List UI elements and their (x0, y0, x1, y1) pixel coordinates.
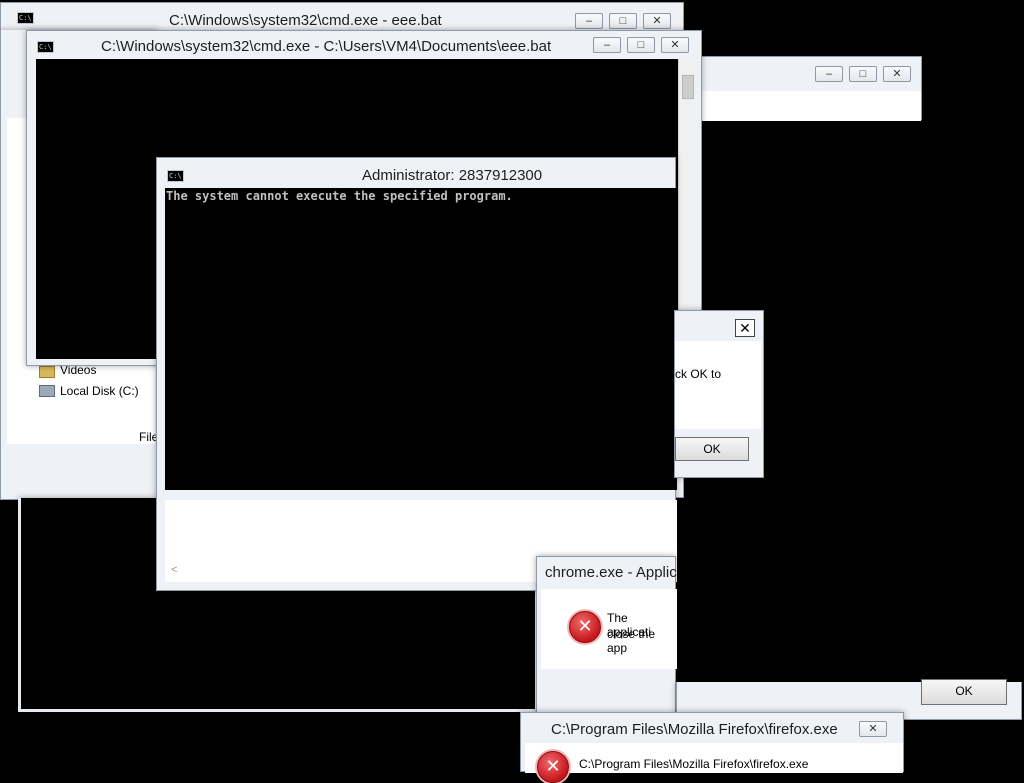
admin-title: Administrator: 2837912300 (362, 167, 543, 184)
firefox-error-dialog: C:\Program Files\Mozilla Firefox\firefox… (520, 712, 904, 783)
explorer-maximize-button[interactable]: □ (849, 66, 877, 82)
explorer-close-button[interactable]: ✕ (883, 66, 911, 82)
explorer-minimize-button[interactable]: – (815, 66, 843, 82)
close-button[interactable]: ✕ (859, 721, 887, 737)
console-window-icon: C:\ (17, 12, 34, 24)
folder-icon (39, 366, 55, 378)
tree-item-local-disk[interactable]: Local Disk (C:) (60, 384, 139, 398)
explorer-content-strip (701, 91, 921, 121)
console-error-line: The system cannot execute the specified … (166, 189, 513, 203)
error-x-icon: ✕ (569, 611, 601, 643)
chrome-error-title: chrome.exe - Applic (545, 564, 677, 581)
cmd-front-title: C:\Windows\system32\cmd.exe - C:\Users\V… (101, 38, 552, 55)
ok-button[interactable]: OK (675, 437, 749, 461)
small-dialog: ✕ ck OK to OK (674, 310, 764, 478)
error-x-icon: ✕ (537, 751, 569, 783)
close-button[interactable]: ✕ (643, 13, 671, 29)
maximize-button[interactable]: □ (609, 13, 637, 29)
minimize-button[interactable]: – (593, 37, 621, 53)
scrollbar-thumb[interactable] (682, 75, 694, 99)
admin-console-output[interactable]: The system cannot execute the specified … (165, 188, 677, 490)
close-button[interactable]: ✕ (735, 319, 755, 337)
console-window-icon: C:\ (37, 41, 54, 53)
explorer-window-right: – □ ✕ (700, 56, 922, 121)
admin-console-window: C:\ Administrator: 2837912300 The system… (156, 157, 677, 591)
dialog-text-fragment: ck OK to (675, 367, 722, 381)
scroll-left-icon[interactable]: < (171, 564, 177, 576)
ok-button[interactable]: OK (921, 679, 1007, 705)
firefox-error-message: C:\Program Files\Mozilla Firefox\firefox… (579, 757, 809, 771)
maximize-button[interactable]: □ (627, 37, 655, 53)
disk-drive-icon (39, 385, 55, 397)
console-window-icon: C:\ (167, 170, 184, 182)
chrome-error-dialog: chrome.exe - Applic ✕ The applicati clos… (536, 556, 677, 720)
cmd-back-title: C:\Windows\system32\cmd.exe - eee.bat (169, 12, 442, 29)
minimize-button[interactable]: – (575, 13, 603, 29)
chrome-error-line2: close the app (607, 627, 656, 655)
firefox-error-title: C:\Program Files\Mozilla Firefox\firefox… (551, 721, 838, 738)
small-dialog-body (675, 341, 761, 429)
close-button[interactable]: ✕ (661, 37, 689, 53)
